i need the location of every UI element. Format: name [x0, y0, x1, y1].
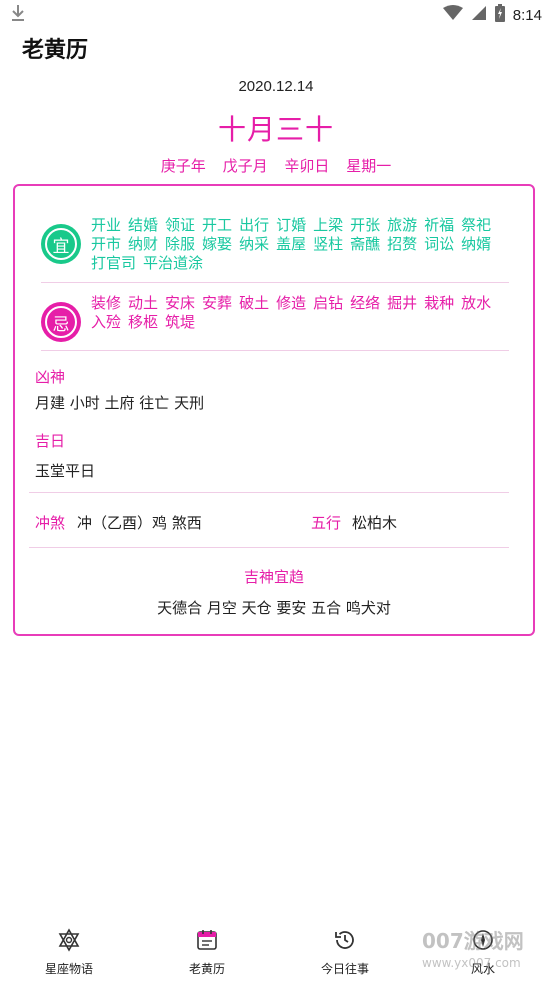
almanac-item: 启钻	[313, 294, 344, 312]
almanac-item: 栽种	[424, 294, 455, 312]
almanac-item: 破土	[239, 294, 270, 312]
jiri-label: 吉日	[35, 432, 66, 450]
almanac-item: 领证	[165, 216, 196, 234]
signal-icon	[471, 5, 487, 25]
almanac-item: 上梁	[313, 216, 344, 234]
divider	[29, 492, 509, 493]
history-clock-icon	[290, 928, 400, 956]
almanac-item: 打官司	[91, 254, 137, 272]
app-title: 老黄历	[22, 38, 89, 63]
divider	[41, 282, 509, 283]
jiri-value: 玉堂平日	[35, 462, 96, 480]
almanac-item: 装修	[91, 294, 122, 312]
star-of-david-icon	[14, 928, 124, 956]
almanac-item: 纳婿	[461, 235, 492, 253]
almanac-item: 动土	[128, 294, 159, 312]
jishen-value: 天德合 月空 天仓 要安 五合 鸣犬对	[157, 599, 391, 617]
status-time: 8:14	[512, 6, 542, 24]
nav-item-laohuangli[interactable]: 老黄历	[152, 928, 262, 977]
weekday: 星期一	[346, 157, 392, 175]
almanac-item: 筑堤	[165, 313, 196, 331]
divider	[29, 547, 509, 548]
yi-badge: 宜	[41, 224, 81, 264]
almanac-item: 修造	[276, 294, 307, 312]
almanac-item: 斋醮	[350, 235, 381, 253]
battery-icon	[494, 4, 505, 26]
calendar-icon	[152, 928, 262, 956]
almanac-item: 开业	[91, 216, 122, 234]
ganzhi-line: 庚子年 戊子月 辛卯日 星期一	[0, 155, 552, 176]
ganzhi-day: 辛卯日	[284, 157, 330, 175]
almanac-item: 纳采	[239, 235, 270, 253]
almanac-item: 招赘	[387, 235, 418, 253]
chongsha-value: 冲（乙酉）鸡 煞西	[77, 514, 202, 532]
nav-label: 星座物语	[44, 962, 93, 976]
wifi-icon	[442, 5, 463, 25]
xiongshen-label: 凶神	[35, 368, 66, 386]
xiongshen-value: 月建 小时 土府 往亡 天刑	[35, 394, 205, 412]
almanac-item: 开市	[91, 235, 122, 253]
nav-label: 老黄历	[188, 962, 225, 976]
almanac-item: 经络	[350, 294, 381, 312]
almanac-item: 放水	[461, 294, 492, 312]
almanac-item: 开张	[350, 216, 381, 234]
almanac-item: 旅游	[387, 216, 418, 234]
solar-date: 2020.12.14	[238, 78, 314, 95]
status-bar: 8:14	[0, 0, 552, 28]
nav-label: 今日往事	[320, 962, 369, 976]
almanac-item: 掘井	[387, 294, 418, 312]
yi-items: 开业 结婚 领证 开工 出行 订婚 上梁 开张 旅游 祈福 祭祀开市 纳财 除服 嫁娶 纳采 盖屋 竖柱 斋醮 招赘…	[91, 216, 511, 273]
divider	[41, 350, 509, 351]
almanac-item: 平治道涂	[143, 254, 204, 272]
lunar-date: 十月三十	[217, 113, 334, 146]
chongsha-label: 冲煞	[35, 514, 66, 532]
nav-item-xingzuo[interactable]: 星座物语	[14, 928, 124, 977]
ganzhi-month: 戊子月	[222, 157, 268, 175]
almanac-item: 出行	[239, 216, 270, 234]
ji-items: 装修 动土 安床 安葬 破土 修造 启钻 经络 掘井 栽种 放水入殓 移柩 筑堤	[91, 294, 511, 332]
almanac-item: 祭祀	[461, 216, 492, 234]
ganzhi-year: 庚子年	[160, 157, 206, 175]
almanac-item: 竖柱	[313, 235, 344, 253]
jishen-label: 吉神宜趋	[243, 568, 304, 586]
almanac-item: 移柩	[128, 313, 159, 331]
ji-badge: 忌	[41, 302, 81, 342]
nav-item-jinri[interactable]: 今日往事	[290, 928, 400, 977]
almanac-item: 结婚	[128, 216, 159, 234]
almanac-item: 词讼	[424, 235, 455, 253]
almanac-item: 订婚	[276, 216, 307, 234]
download-icon	[10, 4, 26, 26]
wuxing-value: 松柏木	[352, 514, 398, 532]
almanac-item: 入殓	[91, 313, 122, 331]
wuxing-label: 五行	[311, 514, 342, 532]
almanac-item: 嫁娶	[202, 235, 233, 253]
almanac-item: 开工	[202, 216, 233, 234]
almanac-item: 纳财	[128, 235, 159, 253]
watermark: 007游戏网 www.yx007.com	[422, 929, 524, 970]
almanac-item: 安葬	[202, 294, 233, 312]
almanac-card: 宜 开业 结婚 领证 开工 出行 订婚 上梁 开张 旅游 祈福 祭祀开市 纳财 除服 嫁娶 纳采 盖屋 竖柱 斋醮…	[13, 184, 535, 636]
almanac-item: 除服	[165, 235, 196, 253]
almanac-item: 盖屋	[276, 235, 307, 253]
almanac-item: 祈福	[424, 216, 455, 234]
almanac-item: 安床	[165, 294, 196, 312]
